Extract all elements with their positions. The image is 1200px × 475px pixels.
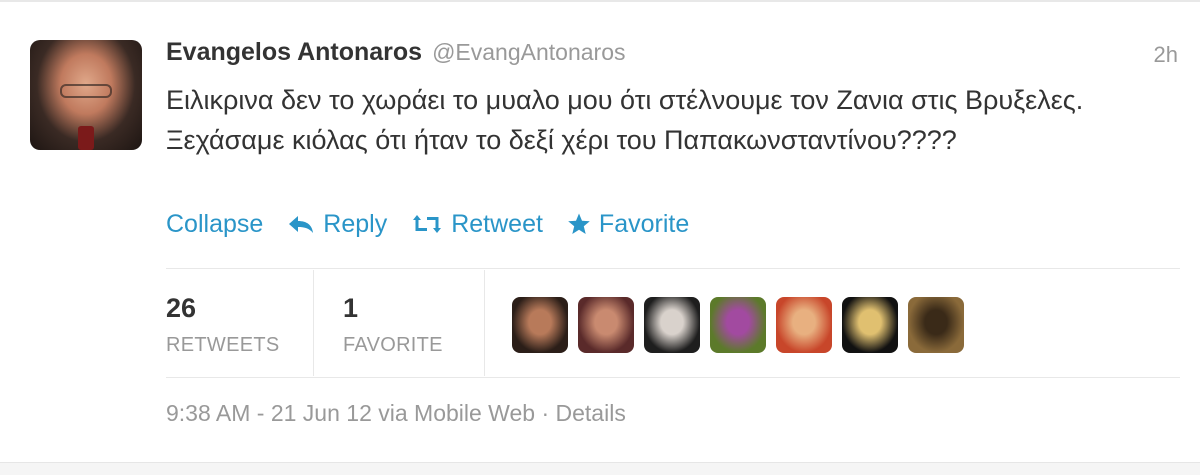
tweet-time-ago[interactable]: 2h <box>1154 42 1178 68</box>
favoriter-avatar-7[interactable] <box>908 297 964 353</box>
collapse-link[interactable]: Collapse <box>166 210 263 239</box>
favorite-button[interactable]: Favorite <box>567 210 689 239</box>
stats-divider-top <box>166 268 1180 269</box>
details-link[interactable]: Details <box>556 400 626 426</box>
bottom-border <box>0 462 1200 475</box>
author-name[interactable]: Evangelos Antonaros <box>166 38 422 67</box>
author-handle[interactable]: @EvangAntonaros <box>432 39 625 66</box>
tweet-text: Ειλικρινα δεν το χωράει το μυαλο μου ότι… <box>166 85 1084 155</box>
favoriter-avatar-6[interactable] <box>842 297 898 353</box>
favoriters-list <box>512 297 974 353</box>
retweets-stat[interactable]: 26 RETWEETS <box>166 292 280 357</box>
retweet-arrows-icon <box>413 215 442 233</box>
retweets-label: RETWEETS <box>166 334 280 356</box>
tweet-actions: Collapse Reply Retweet Favorite <box>166 206 713 242</box>
tweet-timestamp[interactable]: 9:38 AM - 21 Jun 12 via Mobile Web <box>166 400 535 426</box>
tweet-card: Evangelos Antonaros @EvangAntonaros 2h Ε… <box>0 0 1200 475</box>
retweets-count: 26 <box>166 293 197 323</box>
author-avatar[interactable] <box>30 40 142 150</box>
retweet-button[interactable]: Retweet <box>411 210 543 239</box>
retweet-label: Retweet <box>451 209 543 238</box>
favorites-label: FAVORITE <box>343 334 443 356</box>
stats-separator <box>313 270 314 376</box>
reply-label: Reply <box>323 209 388 238</box>
favorite-label: Favorite <box>598 209 690 238</box>
favoriter-avatar-4[interactable] <box>710 297 766 353</box>
star-icon <box>568 213 590 234</box>
tweet-meta: 9:38 AM - 21 Jun 12 via Mobile Web · Det… <box>166 400 626 427</box>
collapse-label: Collapse <box>166 209 264 238</box>
stats-divider-bottom <box>166 377 1180 378</box>
reply-button[interactable]: Reply <box>287 210 387 239</box>
meta-separator: · <box>541 400 550 426</box>
favorites-stat[interactable]: 1 FAVORITE <box>343 292 443 357</box>
avatar-tie-shape <box>78 126 94 150</box>
favoriter-avatar-5[interactable] <box>776 297 832 353</box>
avatar-glasses-shape <box>60 84 112 98</box>
favoriter-avatar-3[interactable] <box>644 297 700 353</box>
favorites-count: 1 <box>343 293 359 323</box>
stats-separator <box>484 270 485 376</box>
reply-arrow-icon <box>289 216 314 233</box>
tweet-header: Evangelos Antonaros @EvangAntonaros <box>166 38 626 72</box>
favoriter-avatar-1[interactable] <box>512 297 568 353</box>
favoriter-avatar-2[interactable] <box>578 297 634 353</box>
